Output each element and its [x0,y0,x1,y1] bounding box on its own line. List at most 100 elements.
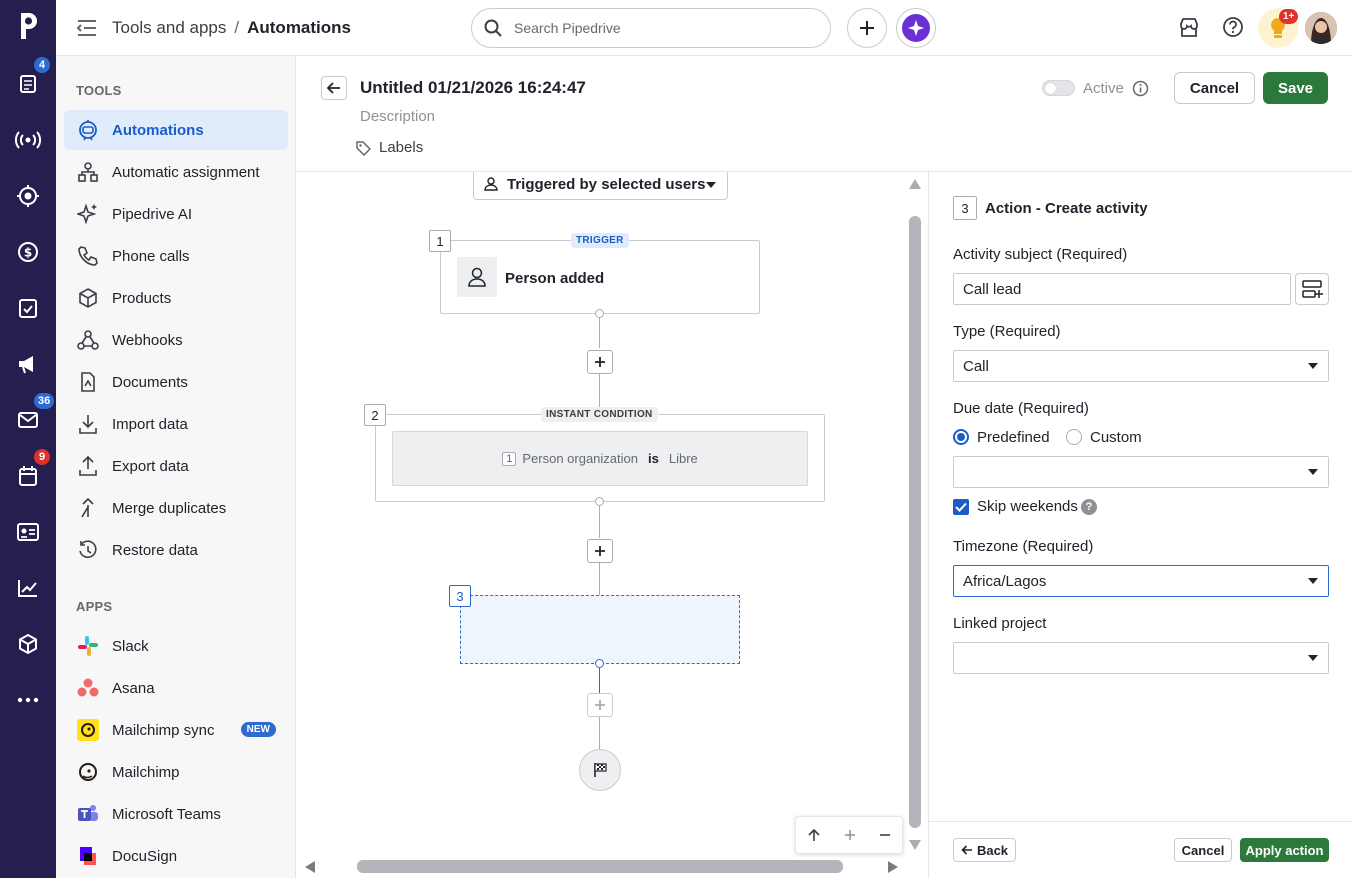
add-step-button[interactable] [587,539,613,563]
connector-line [599,318,600,348]
deals-icon[interactable]: $ [12,236,44,268]
sidebar-item-phone-calls[interactable]: Phone calls [64,236,288,276]
predefined-radio[interactable] [953,429,969,445]
trigger-users-dropdown[interactable]: Triggered by selected users [473,172,728,200]
description-field[interactable]: Description [360,108,435,125]
save-button[interactable]: Save [1263,72,1328,104]
sidebar-item-restore-data[interactable]: Restore data [64,530,288,570]
avatar[interactable] [1305,12,1337,44]
more-icon[interactable] [12,684,44,716]
scroll-down-icon[interactable] [908,839,922,851]
scroll-left-icon[interactable] [304,860,316,874]
timezone-select[interactable]: Africa/Lagos [953,565,1329,597]
automation-title[interactable]: Untitled 01/21/2026 16:24:47 [360,78,586,98]
condition-row[interactable]: 1 Person organization is Libre [392,431,808,486]
pipedrive-logo[interactable] [12,10,44,42]
sparkles-icon [76,202,100,226]
collapse-menu-icon[interactable] [76,18,98,38]
sidebar-item-automations[interactable]: Automations [64,110,288,150]
workflow-canvas[interactable]: Triggered by selected users Person added… [297,172,927,878]
add-step-button[interactable] [587,693,613,717]
question-icon[interactable]: ? [1081,499,1097,515]
sidebar-item-label: Automations [112,121,204,139]
sidebar-item-pipedrive-ai[interactable]: Pipedrive AI [64,194,288,234]
insights-icon[interactable] [12,572,44,604]
add-step-button[interactable] [587,350,613,374]
back-arrow-button[interactable] [321,76,347,100]
zoom-in-icon[interactable] [844,829,856,841]
ai-assistant-button[interactable] [896,8,936,48]
type-select[interactable]: Call [953,350,1329,382]
predefined-label: Predefined [977,429,1050,446]
sidebar-item-webhooks[interactable]: Webhooks [64,320,288,360]
sidebar-item-documents[interactable]: Documents [64,362,288,402]
mail-icon[interactable] [12,404,44,436]
panel-cancel-button[interactable]: Cancel [1174,838,1232,862]
connector-dot [595,497,604,506]
sidebar-item-asana[interactable]: Asana [64,668,288,708]
sidebar-item-label: Phone calls [112,247,190,265]
timezone-value: Africa/Lagos [963,572,1047,590]
connector-line [599,506,600,538]
horizontal-scrollbar[interactable] [357,860,843,873]
calendar-icon[interactable] [12,460,44,492]
contacts-icon[interactable] [12,516,44,548]
sidebar-item-label: Export data [112,457,189,475]
breadcrumb-parent[interactable]: Tools and apps [112,18,226,38]
merge-icon [76,496,100,520]
back-button[interactable]: Back [953,838,1016,862]
cancel-button[interactable]: Cancel [1174,72,1255,104]
sidebar-item-microsoft-teams[interactable]: Microsoft Teams [64,794,288,834]
trigger-node[interactable]: Person added [440,240,760,314]
sidebar-item-mailchimp[interactable]: Mailchimp [64,752,288,792]
tag-icon [355,140,371,156]
sidebar-item-mailchimp-sync[interactable]: Mailchimp sync NEW [64,710,288,750]
scroll-up-icon[interactable] [908,178,922,190]
quick-add-button[interactable] [847,8,887,48]
apply-action-button[interactable]: Apply action [1240,838,1329,862]
fit-view-icon[interactable] [807,828,821,842]
sidebar-item-automatic-assignment[interactable]: Automatic assignment [64,152,288,192]
target-icon[interactable] [12,180,44,212]
search-input[interactable]: Search Pipedrive [471,8,831,48]
skip-weekends-checkbox[interactable] [953,499,969,515]
panel-footer-divider [929,821,1352,822]
scroll-right-icon[interactable] [887,860,899,874]
sidebar-item-docusign[interactable]: DocuSign [64,836,288,876]
sidebar-item-merge-duplicates[interactable]: Merge duplicates [64,488,288,528]
sidebar-item-export-data[interactable]: Export data [64,446,288,486]
custom-radio[interactable] [1066,429,1082,445]
robot-icon [76,118,100,142]
svg-text:$: $ [24,246,32,260]
zoom-out-icon[interactable] [879,829,891,841]
tools-heading: TOOLS [76,83,122,98]
restore-icon [76,538,100,562]
insert-field-button[interactable] [1295,273,1329,305]
labels-text: Labels [379,139,424,156]
products-nav-icon[interactable] [12,628,44,660]
marketplace-icon[interactable] [1178,16,1200,38]
due-date-select[interactable] [953,456,1329,488]
sidebar-item-import-data[interactable]: Import data [64,404,288,444]
sidebar-item-products[interactable]: Products [64,278,288,318]
help-icon[interactable] [1222,16,1244,38]
activities-icon[interactable] [12,292,44,324]
labels-button[interactable]: Labels [355,139,423,156]
condition-operator: is [648,451,659,466]
person-icon [457,257,497,297]
linked-project-select[interactable] [953,642,1329,674]
leads-icon[interactable] [12,68,44,100]
campaigns-icon[interactable] [12,348,44,380]
activity-subject-input[interactable]: Call lead [953,273,1291,305]
connector-line [599,668,600,693]
broadcast-icon[interactable] [12,124,44,156]
active-toggle[interactable] [1042,80,1075,96]
custom-label: Custom [1090,429,1142,446]
action-node-placeholder[interactable] [460,595,740,664]
vertical-scrollbar[interactable] [909,216,921,828]
sidebar-item-slack[interactable]: Slack [64,626,288,666]
condition-node[interactable]: 1 Person organization is Libre [375,414,825,502]
info-icon[interactable] [1132,80,1149,97]
search-placeholder: Search Pipedrive [514,20,621,36]
sidebar-item-label: Microsoft Teams [112,805,221,823]
